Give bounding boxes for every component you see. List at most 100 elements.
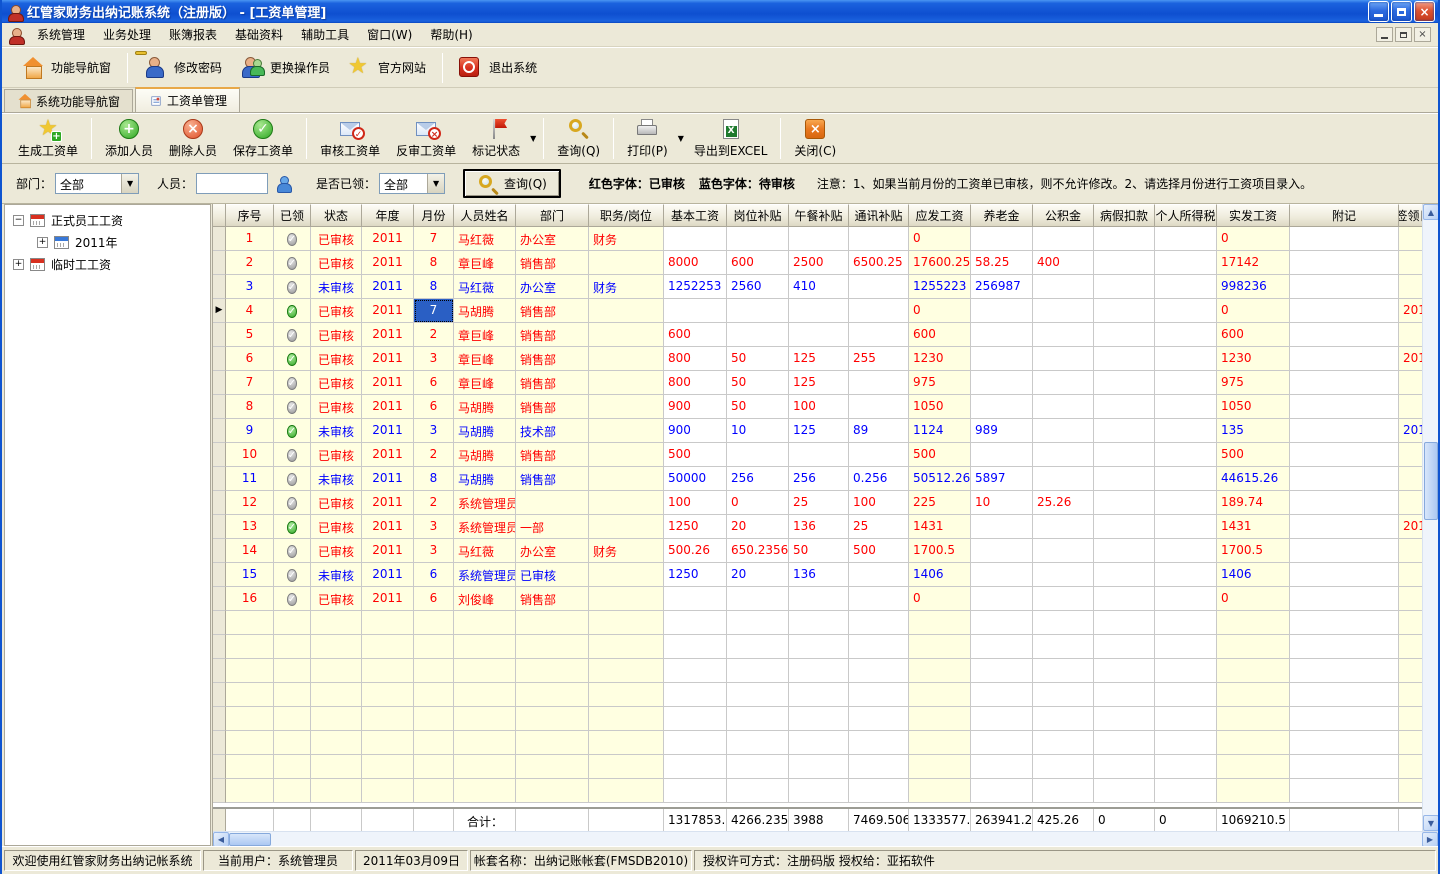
tab-payroll[interactable]: 工资单管理 — [135, 87, 240, 112]
vertical-scroll-thumb[interactable] — [1424, 442, 1438, 520]
grid-cell[interactable]: 600 — [1217, 323, 1290, 347]
close-button[interactable]: × — [1414, 1, 1435, 22]
column-header-15[interactable]: 病假扣款 — [1094, 204, 1155, 227]
grid-cell[interactable]: 2011 — [362, 275, 414, 299]
grid-cell[interactable]: 8 — [414, 467, 454, 491]
grid-cell[interactable] — [727, 323, 789, 347]
grid-cell[interactable] — [1155, 275, 1217, 299]
grid-cell[interactable]: ✓ — [274, 419, 311, 443]
grid-cell[interactable]: 2560 — [727, 275, 789, 299]
grid-cell[interactable] — [1290, 515, 1399, 539]
grid-cell[interactable] — [1290, 299, 1399, 323]
grid-cell[interactable] — [1290, 371, 1399, 395]
grid-cell[interactable]: 7 — [414, 227, 454, 251]
grid-cell[interactable] — [589, 515, 664, 539]
row-header[interactable] — [213, 443, 226, 467]
grid-cell[interactable]: 500.26 — [664, 539, 727, 563]
toolbar-button-3[interactable]: ★官方网站 — [339, 53, 435, 83]
grid-cell[interactable] — [664, 299, 727, 323]
grid-cell[interactable]: 255 — [849, 347, 909, 371]
grid-cell[interactable]: 2011 — [362, 515, 414, 539]
column-header-10[interactable]: 午餐补贴 — [789, 204, 849, 227]
grid-cell[interactable] — [1094, 491, 1155, 515]
grid-cell[interactable] — [971, 371, 1033, 395]
grid-cell[interactable]: 89 — [849, 419, 909, 443]
grid-cell[interactable]: 销售部 — [516, 587, 589, 611]
menu-item-3[interactable]: 基础资料 — [226, 23, 292, 46]
grid-cell[interactable] — [1094, 515, 1155, 539]
grid-cell[interactable] — [664, 227, 727, 251]
grid-cell[interactable]: 已审核 — [311, 587, 362, 611]
row-header[interactable] — [213, 395, 226, 419]
grid-cell[interactable]: ✓ — [274, 395, 311, 419]
grid-cell[interactable]: 2500 — [789, 251, 849, 275]
grid-cell[interactable]: ✓ — [274, 227, 311, 251]
column-header-17[interactable]: 实发工资 — [1217, 204, 1290, 227]
grid-cell[interactable] — [1290, 347, 1399, 371]
grid-cell[interactable]: ✓ — [274, 587, 311, 611]
grid-cell[interactable] — [1033, 371, 1094, 395]
grid-cell[interactable] — [589, 323, 664, 347]
column-header-9[interactable]: 岗位补贴 — [727, 204, 789, 227]
row-header[interactable] — [213, 371, 226, 395]
grid-cell[interactable] — [1033, 299, 1094, 323]
column-header-18[interactable]: 附记 — [1290, 204, 1399, 227]
row-header[interactable] — [213, 539, 226, 563]
grid-cell[interactable]: 16 — [226, 587, 274, 611]
grid-cell[interactable] — [727, 227, 789, 251]
person-input[interactable] — [196, 173, 268, 194]
grid-cell[interactable]: 1255223 — [909, 275, 971, 299]
column-header-12[interactable]: 应发工资 — [909, 204, 971, 227]
grid-cell[interactable] — [1290, 275, 1399, 299]
grid-cell[interactable] — [1033, 563, 1094, 587]
minimize-button[interactable] — [1368, 1, 1389, 22]
grid-cell[interactable]: 马胡腾 — [454, 299, 516, 323]
column-header-16[interactable]: 个人所得税 — [1155, 204, 1217, 227]
grid-cell[interactable]: 800 — [664, 347, 727, 371]
row-header[interactable] — [213, 275, 226, 299]
grid-cell[interactable]: 0 — [909, 587, 971, 611]
mdi-restore-button[interactable] — [1395, 27, 1412, 42]
grid-cell[interactable] — [664, 587, 727, 611]
grid-cell[interactable] — [589, 395, 664, 419]
grid-cell[interactable]: 销售部 — [516, 323, 589, 347]
row-header[interactable] — [213, 323, 226, 347]
grid-cell[interactable]: 10 — [727, 419, 789, 443]
action-button-3[interactable]: ✓保存工资单 — [225, 114, 301, 163]
grid-cell[interactable]: 0.256 — [849, 467, 909, 491]
grid-cell[interactable]: 1050 — [909, 395, 971, 419]
toolbar-button-0[interactable]: 功能导航窗 — [12, 53, 120, 83]
grid-cell[interactable]: 财务 — [589, 539, 664, 563]
row-header[interactable] — [213, 755, 226, 779]
column-header-14[interactable]: 公积金 — [1033, 204, 1094, 227]
grid-cell[interactable] — [971, 563, 1033, 587]
grid-cell[interactable]: 系统管理员 — [454, 563, 516, 587]
grid-cell[interactable]: 未审核 — [311, 275, 362, 299]
grid-cell[interactable]: 技术部 — [516, 419, 589, 443]
grid-cell[interactable]: 256 — [789, 467, 849, 491]
grid-cell[interactable]: 2011 — [362, 347, 414, 371]
dept-combo[interactable]: 全部 ▼ — [55, 173, 139, 194]
scroll-right-icon[interactable]: ▶ — [1422, 832, 1438, 846]
grid-cell[interactable]: 8 — [414, 275, 454, 299]
menu-item-1[interactable]: 业务处理 — [94, 23, 160, 46]
restore-button[interactable] — [1391, 1, 1412, 22]
toolbar-button-2[interactable]: 更换操作员 — [231, 53, 339, 83]
grid-cell[interactable]: 136 — [789, 515, 849, 539]
grid-cell[interactable] — [1155, 539, 1217, 563]
grid-cell[interactable] — [1290, 587, 1399, 611]
grid-cell[interactable]: 1124 — [909, 419, 971, 443]
grid-cell[interactable]: 5 — [226, 323, 274, 347]
grid-cell[interactable] — [1033, 539, 1094, 563]
action-button-0[interactable]: ★+生成工资单 — [10, 114, 86, 163]
grid-cell[interactable]: 6 — [414, 395, 454, 419]
grid-cell[interactable]: 已审核 — [311, 251, 362, 275]
column-header-8[interactable]: 基本工资 — [664, 204, 727, 227]
menu-item-4[interactable]: 辅助工具 — [292, 23, 358, 46]
grid-cell[interactable] — [1155, 563, 1217, 587]
grid-cell[interactable] — [1033, 323, 1094, 347]
action-button-2[interactable]: ×删除人员 — [161, 114, 225, 163]
column-header-0[interactable]: 序号 — [226, 204, 274, 227]
grid-cell[interactable] — [971, 395, 1033, 419]
grid-cell[interactable]: 900 — [664, 419, 727, 443]
